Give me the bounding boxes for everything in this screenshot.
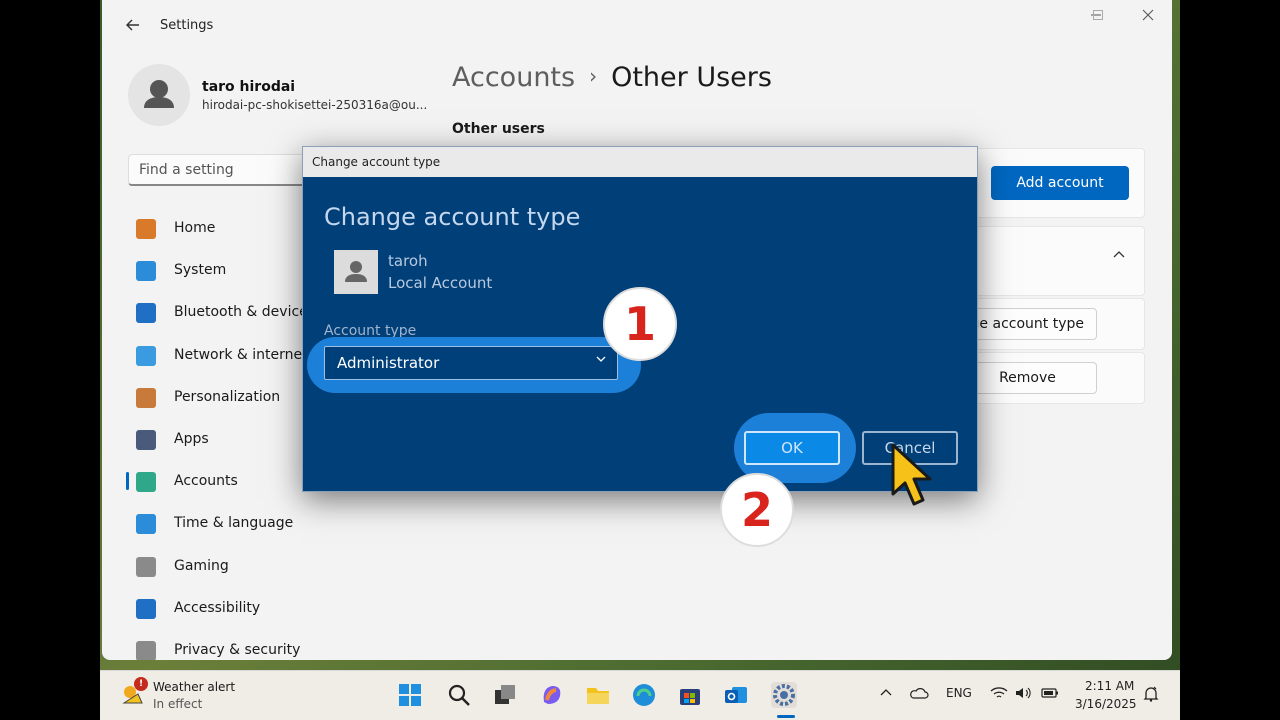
search-input[interactable]: Find a setting bbox=[128, 154, 318, 186]
page-title: Other Users bbox=[611, 62, 772, 93]
language-indicator[interactable]: ENG bbox=[946, 686, 972, 700]
avatar[interactable] bbox=[128, 64, 190, 126]
sidebar-item-system[interactable]: System bbox=[128, 253, 308, 289]
store-icon[interactable] bbox=[677, 682, 703, 708]
edge-icon[interactable] bbox=[631, 682, 657, 708]
breadcrumb: Accounts › Other Users bbox=[452, 62, 772, 93]
accounts-icon bbox=[136, 472, 156, 492]
copilot-icon[interactable] bbox=[539, 682, 565, 708]
chevron-right-icon: › bbox=[589, 64, 598, 88]
step-marker-1: 1 bbox=[603, 287, 677, 361]
file-explorer-icon[interactable] bbox=[585, 682, 611, 708]
dialog-heading: Change account type bbox=[324, 203, 581, 231]
onedrive-cloud-icon[interactable] bbox=[909, 686, 929, 703]
sidebar-item-time-language[interactable]: Time & language bbox=[128, 506, 308, 542]
start-icon[interactable] bbox=[397, 682, 423, 708]
remove-button[interactable]: Remove bbox=[958, 362, 1097, 394]
title-bar: Settings bbox=[102, 0, 1172, 52]
sidebar-item-apps[interactable]: Apps bbox=[128, 422, 308, 458]
sidebar-item-accounts[interactable]: Accounts bbox=[128, 464, 308, 500]
section-heading: Other users bbox=[452, 121, 545, 137]
clock-globe-icon bbox=[136, 514, 156, 534]
back-arrow-icon[interactable] bbox=[124, 16, 144, 36]
sidebar-item-label: Personalization bbox=[174, 389, 281, 405]
user-icon bbox=[144, 80, 174, 108]
sidebar-item-network-internet[interactable]: Network & internet bbox=[128, 338, 308, 374]
outlook-icon[interactable] bbox=[723, 682, 749, 708]
volume-icon[interactable] bbox=[1014, 686, 1032, 703]
window-title: Settings bbox=[160, 18, 214, 33]
home-icon bbox=[136, 219, 156, 239]
sidebar-item-label: Accessibility bbox=[174, 600, 261, 616]
weather-badge: ! bbox=[134, 677, 148, 691]
account-type-selected: Administrator bbox=[337, 354, 440, 372]
dialog-user-avatar bbox=[334, 250, 378, 294]
dialog-title-bar: Change account type bbox=[303, 147, 977, 177]
sidebar-item-label: Accounts bbox=[174, 473, 238, 489]
active-app-indicator bbox=[777, 715, 795, 718]
apps-icon bbox=[136, 430, 156, 450]
settings-gear-icon[interactable] bbox=[771, 682, 797, 708]
gamepad-icon bbox=[136, 557, 156, 577]
sidebar-item-label: Privacy & security bbox=[174, 642, 301, 658]
battery-icon[interactable] bbox=[1041, 686, 1059, 703]
clock-date[interactable]: 3/16/2025 bbox=[1075, 697, 1137, 711]
profile-email: hirodai-pc-shokisettei-250316a@ou... bbox=[202, 98, 428, 112]
chevron-up-icon[interactable] bbox=[1112, 248, 1126, 266]
taskbar: ! Weather alert In effect ENG 2:11 AM 3/… bbox=[100, 670, 1180, 720]
sidebar-item-label: Home bbox=[174, 220, 216, 236]
accessibility-icon bbox=[136, 599, 156, 619]
account-type-dropdown[interactable]: Administrator bbox=[324, 346, 618, 380]
dialog-username: taroh bbox=[388, 252, 428, 270]
step-marker-2: 2 bbox=[720, 473, 794, 547]
search-icon[interactable] bbox=[446, 682, 472, 708]
shield-icon bbox=[136, 641, 156, 660]
chevron-down-icon bbox=[595, 353, 607, 368]
close-button[interactable] bbox=[1136, 8, 1160, 28]
sidebar-item-bluetooth-devices[interactable]: Bluetooth & devices bbox=[128, 295, 315, 331]
sidebar-item-privacy-security[interactable]: Privacy & security bbox=[128, 633, 308, 660]
sidebar-item-accessibility[interactable]: Accessibility bbox=[128, 591, 308, 627]
wifi-icon[interactable] bbox=[990, 686, 1008, 703]
sidebar-item-personalization[interactable]: Personalization bbox=[128, 380, 308, 416]
chevron-up-tray-icon[interactable] bbox=[879, 686, 893, 703]
add-account-button[interactable]: Add account bbox=[991, 166, 1129, 200]
brush-icon bbox=[136, 388, 156, 408]
sidebar-item-label: System bbox=[174, 262, 227, 278]
wifi-icon bbox=[136, 346, 156, 366]
mouse-pointer-icon bbox=[890, 442, 938, 518]
desktop: Settings taro hirodai hirodai-pc-shokise… bbox=[100, 0, 1180, 720]
clock-time[interactable]: 2:11 AM bbox=[1085, 679, 1134, 693]
bluetooth-icon bbox=[136, 303, 156, 323]
breadcrumb-parent[interactable]: Accounts bbox=[452, 62, 575, 93]
notification-bell-icon[interactable] bbox=[1142, 685, 1160, 706]
user-icon bbox=[345, 261, 367, 282]
sidebar-item-label: Bluetooth & devices bbox=[174, 304, 316, 320]
sidebar-item-label: Time & language bbox=[174, 515, 294, 531]
sidebar-item-gaming[interactable]: Gaming bbox=[128, 549, 308, 585]
dialog-account-kind: Local Account bbox=[388, 274, 493, 292]
sidebar-item-home[interactable]: Home bbox=[128, 211, 308, 247]
dialog-title: Change account type bbox=[312, 155, 441, 169]
ok-button[interactable]: OK bbox=[744, 431, 840, 465]
maximize-button[interactable] bbox=[1086, 8, 1110, 28]
search-placeholder: Find a setting bbox=[139, 162, 234, 178]
sidebar-item-label: Network & internet bbox=[174, 347, 308, 363]
task-view-icon[interactable] bbox=[492, 682, 518, 708]
system-icon bbox=[136, 261, 156, 281]
profile-name: taro hirodai bbox=[202, 79, 296, 95]
weather-title: Weather alert bbox=[153, 680, 236, 694]
weather-subtitle: In effect bbox=[153, 697, 203, 711]
sidebar-item-label: Gaming bbox=[174, 558, 229, 574]
sidebar-item-label: Apps bbox=[174, 431, 209, 447]
